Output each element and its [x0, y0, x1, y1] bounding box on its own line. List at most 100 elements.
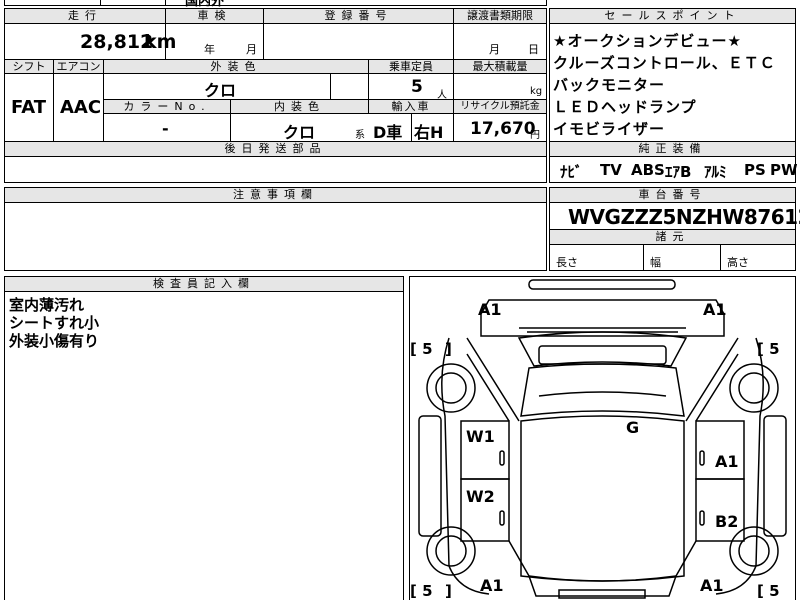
- max-load-header: 最大積載量: [453, 59, 547, 74]
- wheel-front-right-inner: [738, 372, 770, 404]
- sales-points-header: セールスポイント: [549, 8, 796, 24]
- grid-line: [263, 24, 264, 59]
- wheel-rear-right-inner: [738, 535, 770, 567]
- rear-tail: [558, 589, 646, 599]
- mileage-value: 28,812: [80, 31, 154, 53]
- tire-rear-right: [ 5: [757, 582, 780, 600]
- transfer-day-label: 日: [528, 43, 539, 56]
- grid-line: [230, 113, 231, 142]
- hood: [517, 331, 688, 367]
- damage-front-right-corner: A1: [703, 300, 727, 319]
- damage-right-front-door: A1: [715, 452, 739, 471]
- top-divider: [165, 0, 166, 5]
- door-handle: [499, 450, 505, 466]
- interior-color-header: 内装色: [230, 99, 369, 114]
- sales-point-item: ★オークションデビュー★: [553, 32, 742, 50]
- equipment-item: PW: [770, 161, 798, 179]
- front-bumper-outline: [480, 299, 725, 315]
- shift-value: FAT: [11, 97, 47, 118]
- damage-right-rear-door: B2: [715, 512, 739, 531]
- wheel-rear-left-inner: [435, 535, 467, 567]
- wheel-front-left-inner: [435, 372, 467, 404]
- damage-left-rear-door: W2: [466, 487, 495, 506]
- length-label: 長さ: [556, 256, 578, 269]
- top-divider: [100, 0, 101, 5]
- sales-point-item: クルーズコントロール、ＥＴＣ: [553, 54, 776, 72]
- ac-value: AAC: [60, 97, 102, 118]
- grid-line: [720, 245, 721, 271]
- import-handle-value: 右H: [414, 123, 444, 142]
- windshield: [520, 363, 685, 417]
- recycle-header: リサイクル預託金: [453, 99, 547, 114]
- chassis-number: WVGZZZ5NZHW876124: [568, 205, 800, 229]
- wheel-rear-right: [729, 526, 779, 576]
- wheel-front-left: [426, 363, 476, 413]
- right-pillar: [685, 337, 739, 422]
- grid-line: [330, 73, 331, 100]
- recycle-unit: 円: [530, 130, 540, 141]
- tire-front-right: [ 5: [757, 340, 780, 358]
- recycle-value: 17,670: [470, 119, 536, 139]
- right-side-bar: [763, 415, 787, 537]
- tire-rear-left-bracket: ]: [445, 582, 452, 600]
- interior-color-value: クロ: [283, 123, 316, 142]
- damage-windshield: G: [626, 418, 640, 437]
- top-partial-strip: [4, 0, 547, 6]
- capacity-header: 乗車定員: [368, 59, 454, 74]
- capacity-value: 5: [411, 77, 423, 97]
- tire-front-left-bracket: ]: [445, 340, 452, 358]
- transfer-deadline-header: 譲渡書類期限: [453, 8, 547, 24]
- equipment-item: ｱﾙﾐ: [704, 163, 727, 181]
- equipment-item: ABS: [631, 161, 665, 179]
- front-bumper: [528, 279, 676, 290]
- inspector-note: 外装小傷有り: [9, 332, 100, 350]
- wheel-front-right: [729, 363, 779, 413]
- inspection-header: 車検: [165, 8, 264, 24]
- color-number-value: -: [162, 119, 169, 138]
- exterior-color-header: 外装色: [103, 59, 369, 74]
- door-handle: [699, 450, 705, 466]
- exterior-color-value: クロ: [204, 81, 237, 100]
- interior-color-suffix: 系: [355, 130, 365, 141]
- tire-rear-left: [ 5: [410, 582, 433, 600]
- sales-point-item: バックモニター: [553, 76, 666, 94]
- windshield-inner: [538, 391, 667, 397]
- damage-left-front-door: W1: [466, 427, 495, 446]
- inspector-header: 検査員記入欄: [4, 276, 404, 292]
- dimensions-header: 諸元: [549, 229, 796, 245]
- equipment-item: PS: [744, 161, 766, 179]
- sales-point-item: イモビライザー: [553, 120, 666, 138]
- color-number-header: カラーNo.: [103, 99, 231, 114]
- later-parts-header: 後日発送部品: [4, 141, 547, 157]
- transfer-month-label: 月: [489, 43, 500, 56]
- door-handle: [699, 510, 705, 526]
- wheel-rear-left: [426, 526, 476, 576]
- tire-front-left: [ 5: [410, 340, 433, 358]
- mileage-unit: km: [144, 31, 177, 53]
- sales-point-item: ＬＥＤヘッドランプ: [553, 98, 697, 116]
- notes-header: 注意事項欄: [4, 187, 547, 203]
- left-pillar-rear: [508, 540, 530, 577]
- height-label: 高さ: [727, 256, 749, 269]
- damage-rear-right-corner: A1: [700, 576, 724, 595]
- inspection-month-label: 月: [246, 43, 257, 56]
- chassis-header: 車台番号: [549, 187, 796, 203]
- damage-rear-left-corner: A1: [480, 576, 504, 595]
- right-rear-door-panel: [695, 478, 745, 542]
- max-load-unit: kg: [530, 86, 543, 97]
- left-pillar: [466, 337, 520, 422]
- equipment-item: ｴｱB: [665, 163, 692, 181]
- import-drive-value: D車: [373, 123, 403, 142]
- mileage-header: 走行: [4, 8, 166, 24]
- door-handle: [499, 510, 505, 526]
- grid-line: [643, 245, 644, 271]
- grid-line: [53, 73, 54, 142]
- damage-front-left-corner: A1: [478, 300, 502, 319]
- right-pillar-rear: [675, 540, 697, 577]
- registration-header: 登録番号: [263, 8, 454, 24]
- equipment-item: TV: [600, 161, 622, 179]
- ac-header: エアコン: [53, 59, 104, 74]
- grid-line: [368, 73, 369, 100]
- left-side-bar: [418, 415, 442, 537]
- shift-header: シフト: [4, 59, 54, 74]
